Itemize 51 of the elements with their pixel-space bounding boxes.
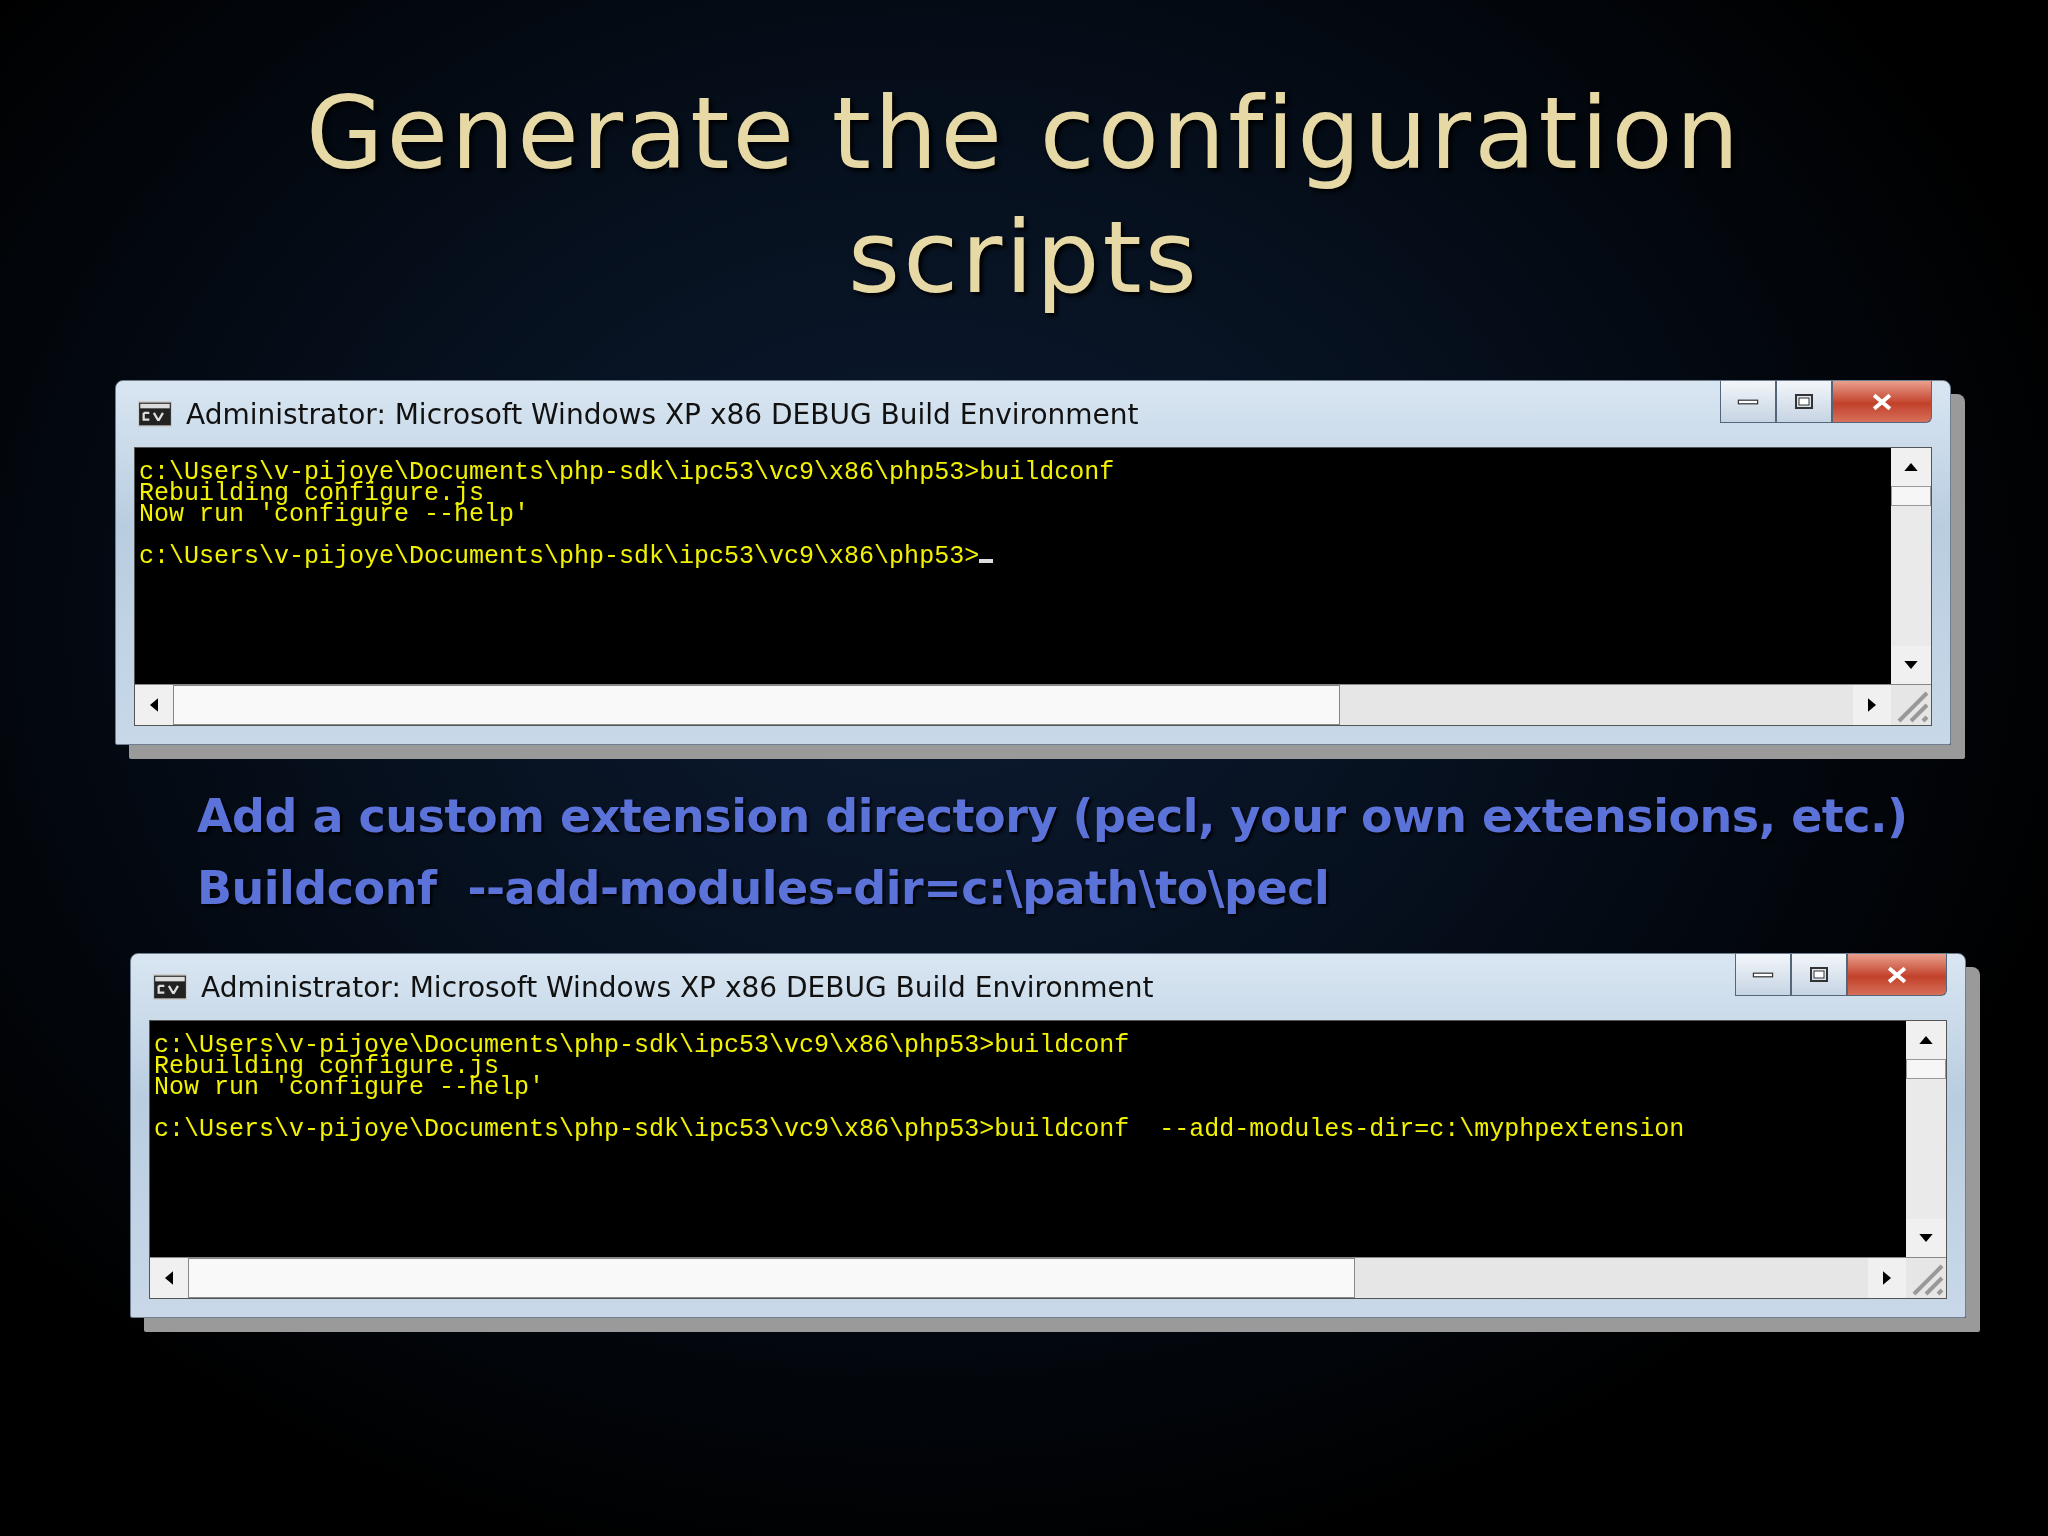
scroll-down-button[interactable] — [1891, 646, 1931, 684]
close-icon — [1870, 392, 1894, 411]
console-line: Rebuilding configure.js — [139, 483, 485, 504]
scroll-thumb[interactable] — [1891, 486, 1931, 506]
scroll-thumb[interactable] — [173, 685, 1340, 725]
maximize-button[interactable] — [1776, 381, 1832, 423]
left-arrow-icon — [150, 698, 158, 712]
horizontal-scrollbar[interactable] — [150, 1257, 1946, 1298]
console-line: c:\Users\v-pijoye\Documents\php-sdk\ipc53\vc9\x86\php53> — [139, 546, 1887, 567]
console-icon — [153, 974, 187, 1000]
up-arrow-icon — [1919, 1036, 1933, 1044]
note-text: Add a custom extension directory (pecl, your own extensions, etc.) — [197, 789, 1909, 843]
console-line: Rebuilding configure.js — [154, 1056, 500, 1077]
close-button[interactable] — [1832, 381, 1932, 423]
scroll-up-button[interactable] — [1906, 1021, 1946, 1059]
console-line: Now run 'configure --help' — [139, 504, 531, 525]
scroll-down-button[interactable] — [1906, 1219, 1946, 1257]
maximize-button[interactable] — [1791, 954, 1847, 996]
console-line: c:\Users\v-pijoye\Documents\php-sdk\ipc53\vc9\x86\php53>buildconf — [154, 1035, 1131, 1056]
minimize-button[interactable] — [1735, 954, 1791, 996]
up-arrow-icon — [1904, 463, 1918, 471]
scroll-right-button[interactable] — [1868, 1258, 1906, 1298]
note-text: Buildconf --add-modules-dir=c:\path\to\pecl — [197, 861, 1331, 915]
close-icon — [1885, 965, 1909, 984]
minimize-button[interactable] — [1720, 381, 1776, 423]
maximize-icon — [1808, 966, 1830, 983]
scroll-thumb[interactable] — [188, 1258, 1355, 1298]
maximize-icon — [1793, 393, 1815, 410]
slide-title: Generate the configuration scripts — [304, 74, 1744, 318]
scroll-thumb[interactable] — [1906, 1059, 1946, 1079]
vertical-scrollbar[interactable] — [1891, 448, 1931, 684]
console-icon — [138, 401, 172, 427]
minimize-icon — [1737, 398, 1759, 405]
left-arrow-icon — [165, 1271, 173, 1285]
down-arrow-icon — [1904, 661, 1918, 669]
scroll-right-button[interactable] — [1853, 685, 1891, 725]
scroll-left-button[interactable] — [150, 1258, 188, 1298]
down-arrow-icon — [1919, 1234, 1933, 1242]
right-arrow-icon — [1868, 698, 1876, 712]
window-title: Administrator: Microsoft Windows XP x86 DEBUG Build Environment — [186, 397, 1140, 431]
right-arrow-icon — [1883, 1271, 1891, 1285]
vertical-scrollbar[interactable] — [1906, 1021, 1946, 1257]
console-line: c:\Users\v-pijoye\Documents\php-sdk\ipc53\vc9\x86\php53>buildconf --add-modules-dir=c:\myphpextension — [154, 1119, 1686, 1140]
scroll-up-button[interactable] — [1891, 448, 1931, 486]
console-line: c:\Users\v-pijoye\Documents\php-sdk\ipc53\vc9\x86\php53>buildconf — [139, 462, 1116, 483]
scroll-left-button[interactable] — [135, 685, 173, 725]
horizontal-scrollbar[interactable] — [135, 684, 1931, 725]
minimize-icon — [1752, 971, 1774, 978]
window-title: Administrator: Microsoft Windows XP x86 DEBUG Build Environment — [201, 970, 1155, 1004]
console-line: Now run 'configure --help' — [154, 1077, 546, 1098]
close-button[interactable] — [1847, 954, 1947, 996]
